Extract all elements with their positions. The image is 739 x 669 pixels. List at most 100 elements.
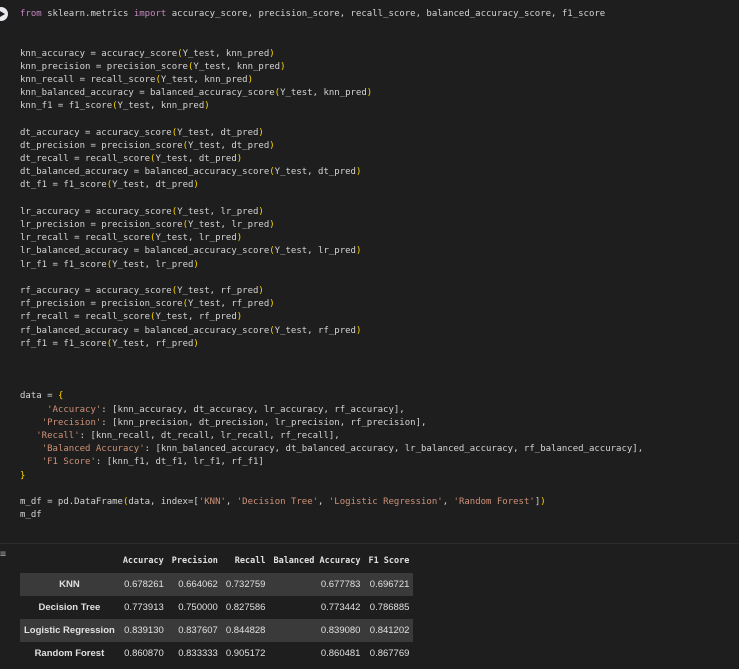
code-token: dt_accuracy = accuracy_score <box>20 127 172 138</box>
table-row: Decision Tree 0.773913 0.750000 0.827586… <box>20 596 414 619</box>
code-token: : [knn_f1, dt_f1, lr_f1, rf_f1] <box>95 457 264 468</box>
code-token: lr_recall = recall_score <box>20 233 151 244</box>
code-token: { <box>57 391 64 402</box>
code-token: ) <box>236 154 243 165</box>
code-line: dt_f1 = f1_score(Y_test, dt_pred) <box>20 179 729 192</box>
row-index: Random Forest <box>34 648 105 659</box>
table-cell: 0.860481 <box>320 648 361 659</box>
code-token: Y_test, lr_pred <box>155 233 237 244</box>
code-token: Y_test, rf_pred <box>177 285 259 296</box>
code-line: knn_accuracy = accuracy_score(Y_test, kn… <box>20 48 729 61</box>
code-token: ) <box>269 140 275 151</box>
code-token: lr_f1 = f1_score <box>20 259 107 270</box>
table-cell: 0.860870 <box>124 648 164 659</box>
code-line: 'Balanced Accuracy': [knn_balanced_accur… <box>20 443 729 456</box>
output-area: ≡ Accuracy Precision Recall Balanced Acc… <box>0 544 739 669</box>
code-line: lr_balanced_accuracy = balanced_accuracy… <box>20 245 729 258</box>
code-line: knn_f1 = f1_score(Y_test, knn_pred) <box>20 100 729 113</box>
code-line: m_df = pd.DataFrame(data, index=['KNN', … <box>20 496 729 509</box>
output-toggle-icon[interactable]: ≡ <box>0 550 8 560</box>
code-token: Y_test, knn_pred <box>280 88 367 99</box>
table-cell: 0.905172 <box>225 648 266 659</box>
code-token: Y_test, dt_pred <box>155 154 237 165</box>
table-cell: 0.750000 <box>178 602 218 613</box>
code-token: ) <box>355 246 362 257</box>
code-line: dt_balanced_accuracy = balanced_accuracy… <box>20 166 729 179</box>
code-token: ) <box>269 220 275 230</box>
column-header: Precision <box>171 556 218 566</box>
code-token: , <box>442 496 454 507</box>
code-token: sklearn.metrics <box>41 9 134 19</box>
code-token: Y_test, lr_pred <box>177 206 259 217</box>
code-token: knn_f1 = f1_score <box>20 101 113 112</box>
code-line: knn_balanced_accuracy = balanced_accurac… <box>20 87 729 100</box>
code-token: ) <box>366 88 373 99</box>
code-token: knn_recall = recall_score <box>20 74 156 85</box>
code-token: dt_precision = precision_score <box>20 140 183 151</box>
code-token: m_df <box>20 510 42 521</box>
code-token: Y_test, lr_pred <box>112 259 194 270</box>
code-token: 'Random Forest' <box>453 496 535 507</box>
code-token: , <box>318 496 329 507</box>
row-index: KNN <box>59 579 80 590</box>
code-token: : [knn_balanced_accuracy, dt_balanced_ac… <box>144 444 644 455</box>
code-line: lr_accuracy = accuracy_score(Y_test, lr_… <box>20 206 729 219</box>
code-token: rf_recall = recall_score <box>20 312 151 323</box>
code-token: knn_balanced_accuracy = balanced_accurac… <box>20 88 275 99</box>
code-token: ) <box>236 312 243 323</box>
table-cell: 0.773442 <box>320 602 361 613</box>
code-line: data = { <box>20 390 729 403</box>
code-line: dt_accuracy = accuracy_score(Y_test, dt_… <box>20 127 729 140</box>
code-token: Y_test, dt_pred <box>112 180 194 191</box>
table-cell: 0.696721 <box>369 579 410 590</box>
table-cell: 0.678261 <box>124 579 164 590</box>
code-line: 'F1 Score': [knn_f1, dt_f1, lr_f1, rf_f1… <box>20 456 729 469</box>
table-header-row: Accuracy Precision Recall Balanced Accur… <box>20 549 413 573</box>
code-cell[interactable]: from sklearn.metrics import accuracy_sco… <box>0 0 739 543</box>
code-token: Y_test, dt_pred <box>187 140 270 151</box>
column-header: Recall <box>234 556 266 566</box>
code-line: m_df <box>20 509 729 522</box>
code-token: rf_balanced_accuracy = balanced_accuracy… <box>20 325 270 336</box>
table-cell: 0.664062 <box>178 579 218 590</box>
code-token: Y_test, dt_pred <box>177 127 259 138</box>
code-token: knn_precision = precision_score <box>20 61 188 72</box>
code-token: from <box>20 9 42 19</box>
code-token: Y_test, lr_pred <box>274 246 356 257</box>
code-token: Y_test, dt_pred <box>274 167 356 178</box>
code-token: ) <box>540 496 546 507</box>
code-line: rf_f1 = f1_score(Y_test, rf_pred) <box>20 338 729 351</box>
code-line: lr_recall = recall_score(Y_test, lr_pred… <box>20 232 729 245</box>
code-token: data, index=[ <box>128 496 199 507</box>
table-cell: 0.839130 <box>124 625 164 636</box>
code-token: 'Precision' <box>41 417 102 428</box>
code-token: dt_balanced_accuracy = balanced_accuracy… <box>20 167 270 178</box>
code-token: knn_accuracy = accuracy_score <box>20 48 178 59</box>
run-cell-button[interactable] <box>0 4 12 22</box>
code-line: from sklearn.metrics import accuracy_sco… <box>20 8 729 21</box>
table-cell: 0.841202 <box>369 625 410 636</box>
code-token: Y_test, knn_pred <box>117 101 205 112</box>
code-line: rf_accuracy = accuracy_score(Y_test, rf_… <box>20 285 729 298</box>
table-cell: 0.867769 <box>369 648 410 659</box>
column-header: Balanced Accuracy <box>273 556 361 566</box>
code-token: dt_recall = recall_score <box>20 154 151 165</box>
table-cell: 0.844828 <box>225 625 266 636</box>
code-token: Y_test, knn_pred <box>193 61 281 72</box>
code-token: lr_balanced_accuracy = balanced_accuracy… <box>20 246 270 257</box>
code-token: ) <box>280 61 286 72</box>
code-line: dt_precision = precision_score(Y_test, d… <box>20 140 729 153</box>
code-editor[interactable]: from sklearn.metrics import accuracy_sco… <box>20 8 729 522</box>
play-triangle-icon <box>0 11 5 17</box>
code-token: 'F1 Score' <box>41 457 96 468</box>
code-token: ) <box>355 325 362 336</box>
code-token: import <box>133 9 167 19</box>
